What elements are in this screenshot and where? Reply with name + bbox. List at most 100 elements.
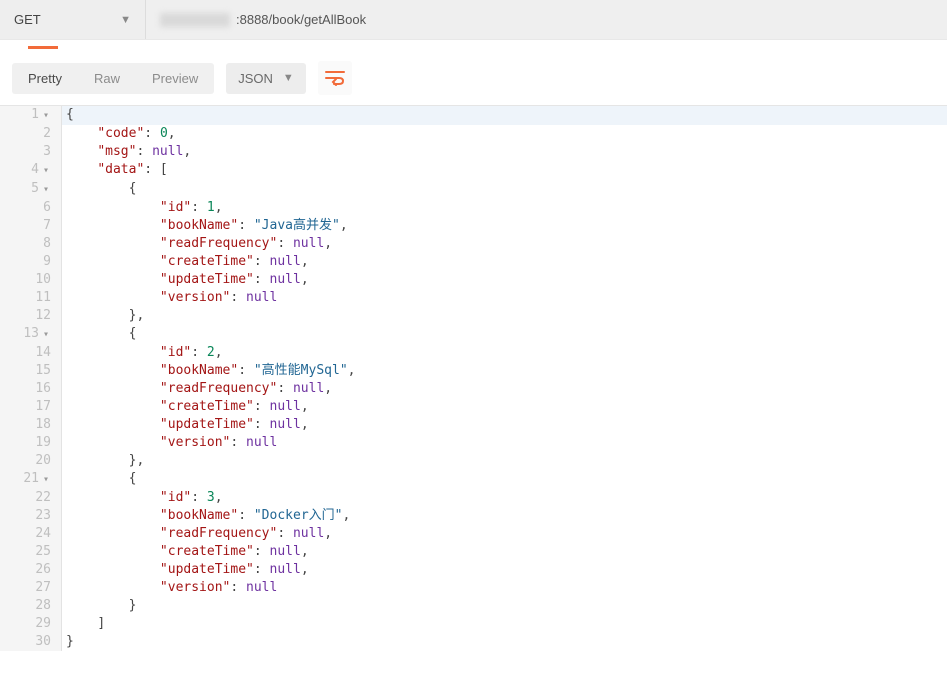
- code-line: 3 "msg": null,: [0, 143, 947, 161]
- code-content: "bookName": "Java高并发",: [62, 217, 348, 235]
- code-line: 5▾ {: [0, 180, 947, 199]
- code-line: 13▾ {: [0, 325, 947, 344]
- code-line: 2 "code": 0,: [0, 125, 947, 143]
- code-line: 29 ]: [0, 615, 947, 633]
- code-line: 18 "updateTime": null,: [0, 416, 947, 434]
- code-content: "updateTime": null,: [62, 271, 309, 289]
- code-content: {: [62, 180, 136, 199]
- line-number: 12: [0, 307, 62, 325]
- code-line: 26 "updateTime": null,: [0, 561, 947, 579]
- code-line: 12 },: [0, 307, 947, 325]
- code-line: 16 "readFrequency": null,: [0, 380, 947, 398]
- line-number: 29: [0, 615, 62, 633]
- code-content: {: [62, 106, 74, 125]
- code-line: 25 "createTime": null,: [0, 543, 947, 561]
- format-dropdown[interactable]: JSON ▼: [226, 63, 306, 94]
- code-line: 19 "version": null: [0, 434, 947, 452]
- line-number: 16: [0, 380, 62, 398]
- http-method-value: GET: [14, 12, 41, 27]
- code-line: 10 "updateTime": null,: [0, 271, 947, 289]
- wrap-lines-icon: [325, 70, 345, 86]
- line-number: 22: [0, 489, 62, 507]
- code-line: 21▾ {: [0, 470, 947, 489]
- code-content: "readFrequency": null,: [62, 525, 332, 543]
- url-visible-part: :8888/book/getAllBook: [236, 12, 366, 27]
- fold-toggle-icon[interactable]: ▾: [41, 326, 51, 344]
- code-line: 6 "id": 1,: [0, 199, 947, 217]
- code-line: 22 "id": 3,: [0, 489, 947, 507]
- code-content: },: [62, 452, 144, 470]
- chevron-down-icon: ▼: [120, 14, 131, 26]
- code-line: 7 "bookName": "Java高并发",: [0, 217, 947, 235]
- line-number: 20: [0, 452, 62, 470]
- code-line: 30}: [0, 633, 947, 651]
- code-content: "id": 3,: [62, 489, 223, 507]
- code-line: 28 }: [0, 597, 947, 615]
- code-content: "bookName": "Docker入门",: [62, 507, 350, 525]
- code-line: 27 "version": null: [0, 579, 947, 597]
- code-content: "readFrequency": null,: [62, 235, 332, 253]
- code-line: 8 "readFrequency": null,: [0, 235, 947, 253]
- line-number: 21▾: [0, 470, 62, 489]
- response-controls: Pretty Raw Preview JSON ▼: [0, 49, 947, 105]
- code-line: 1▾{: [0, 106, 947, 125]
- view-mode-tabs: Pretty Raw Preview: [12, 63, 214, 94]
- line-number: 23: [0, 507, 62, 525]
- response-body-viewer[interactable]: 1▾{2 "code": 0,3 "msg": null,4▾ "data": …: [0, 105, 947, 651]
- code-content: "createTime": null,: [62, 543, 309, 561]
- fold-toggle-icon[interactable]: ▾: [41, 471, 51, 489]
- code-content: {: [62, 325, 136, 344]
- line-number: 19: [0, 434, 62, 452]
- code-line: 17 "createTime": null,: [0, 398, 947, 416]
- tab-pretty[interactable]: Pretty: [12, 63, 78, 94]
- line-number: 6: [0, 199, 62, 217]
- line-number: 25: [0, 543, 62, 561]
- code-content: }: [62, 633, 74, 651]
- code-line: 23 "bookName": "Docker入门",: [0, 507, 947, 525]
- http-method-dropdown[interactable]: GET ▼: [0, 0, 146, 39]
- line-number: 9: [0, 253, 62, 271]
- line-number: 7: [0, 217, 62, 235]
- code-content: "createTime": null,: [62, 253, 309, 271]
- line-number: 15: [0, 362, 62, 380]
- code-line: 14 "id": 2,: [0, 344, 947, 362]
- code-content: "version": null: [62, 434, 277, 452]
- line-number: 26: [0, 561, 62, 579]
- code-content: "updateTime": null,: [62, 416, 309, 434]
- line-number: 4▾: [0, 161, 62, 180]
- code-content: "data": [: [62, 161, 168, 180]
- line-number: 3: [0, 143, 62, 161]
- line-number: 13▾: [0, 325, 62, 344]
- line-number: 8: [0, 235, 62, 253]
- fold-toggle-icon[interactable]: ▾: [41, 181, 51, 199]
- tab-raw[interactable]: Raw: [78, 63, 136, 94]
- code-content: "version": null: [62, 579, 277, 597]
- url-input[interactable]: :8888/book/getAllBook: [146, 0, 947, 39]
- request-bar: GET ▼ :8888/book/getAllBook: [0, 0, 947, 40]
- wrap-lines-button[interactable]: [318, 61, 352, 95]
- line-number: 24: [0, 525, 62, 543]
- code-content: "createTime": null,: [62, 398, 309, 416]
- code-line: 24 "readFrequency": null,: [0, 525, 947, 543]
- code-content: "msg": null,: [62, 143, 191, 161]
- line-number: 2: [0, 125, 62, 143]
- fold-toggle-icon[interactable]: ▾: [41, 107, 51, 125]
- tab-preview[interactable]: Preview: [136, 63, 214, 94]
- line-number: 14: [0, 344, 62, 362]
- code-content: },: [62, 307, 144, 325]
- fold-toggle-icon[interactable]: ▾: [41, 162, 51, 180]
- url-obscured-part: [160, 13, 230, 27]
- code-content: "version": null: [62, 289, 277, 307]
- line-number: 27: [0, 579, 62, 597]
- format-value: JSON: [238, 71, 273, 86]
- code-content: }: [62, 597, 136, 615]
- code-line: 15 "bookName": "高性能MySql",: [0, 362, 947, 380]
- line-number: 30: [0, 633, 62, 651]
- code-content: ]: [62, 615, 105, 633]
- code-content: "bookName": "高性能MySql",: [62, 362, 355, 380]
- code-content: "id": 1,: [62, 199, 223, 217]
- code-line: 11 "version": null: [0, 289, 947, 307]
- line-number: 28: [0, 597, 62, 615]
- code-content: {: [62, 470, 136, 489]
- line-number: 5▾: [0, 180, 62, 199]
